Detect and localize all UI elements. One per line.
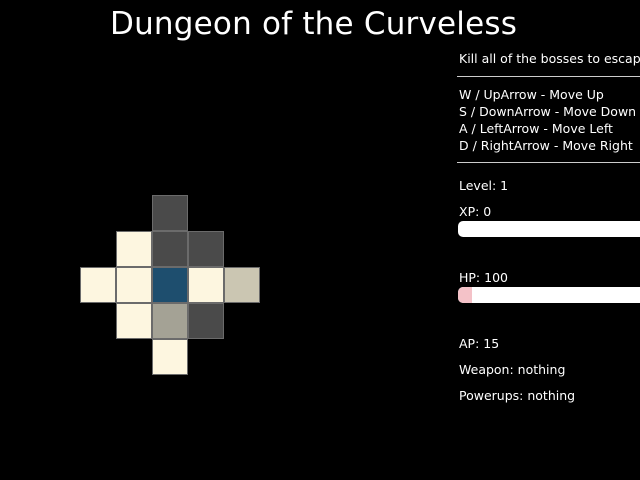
wall-tile — [188, 303, 224, 339]
wall-tile — [188, 231, 224, 267]
xp-bar — [458, 221, 640, 237]
divider-bottom — [457, 162, 640, 163]
player-tile — [152, 267, 188, 303]
hp-bar — [458, 287, 640, 303]
control-up: W / UpArrow - Move Up — [459, 87, 604, 102]
goal-text: Kill all of the bosses to escape. — [459, 51, 640, 66]
divider-top — [457, 76, 640, 77]
floor-tile — [80, 267, 116, 303]
hp-bar-fill — [458, 287, 472, 303]
floor-tile — [188, 267, 224, 303]
floor-tile — [152, 339, 188, 375]
control-down: S / DownArrow - Move Down — [459, 104, 637, 119]
floor-tile — [116, 303, 152, 339]
level-text: Level: 1 — [459, 178, 509, 193]
hp-text: HP: 100 — [459, 270, 508, 285]
floor-tile — [116, 231, 152, 267]
wall-tile — [152, 231, 188, 267]
control-left: A / LeftArrow - Move Left — [459, 121, 613, 136]
ap-text: AP: 15 — [459, 336, 500, 351]
control-right: D / RightArrow - Move Right — [459, 138, 633, 153]
item-tile — [152, 303, 188, 339]
dim-floor-tile — [224, 267, 260, 303]
xp-text: XP: 0 — [459, 204, 492, 219]
wall-tile — [152, 195, 188, 231]
powerups-text: Powerups: nothing — [459, 388, 576, 403]
game-title: Dungeon of the Curveless — [110, 6, 518, 42]
weapon-text: Weapon: nothing — [459, 362, 566, 377]
floor-tile — [116, 267, 152, 303]
